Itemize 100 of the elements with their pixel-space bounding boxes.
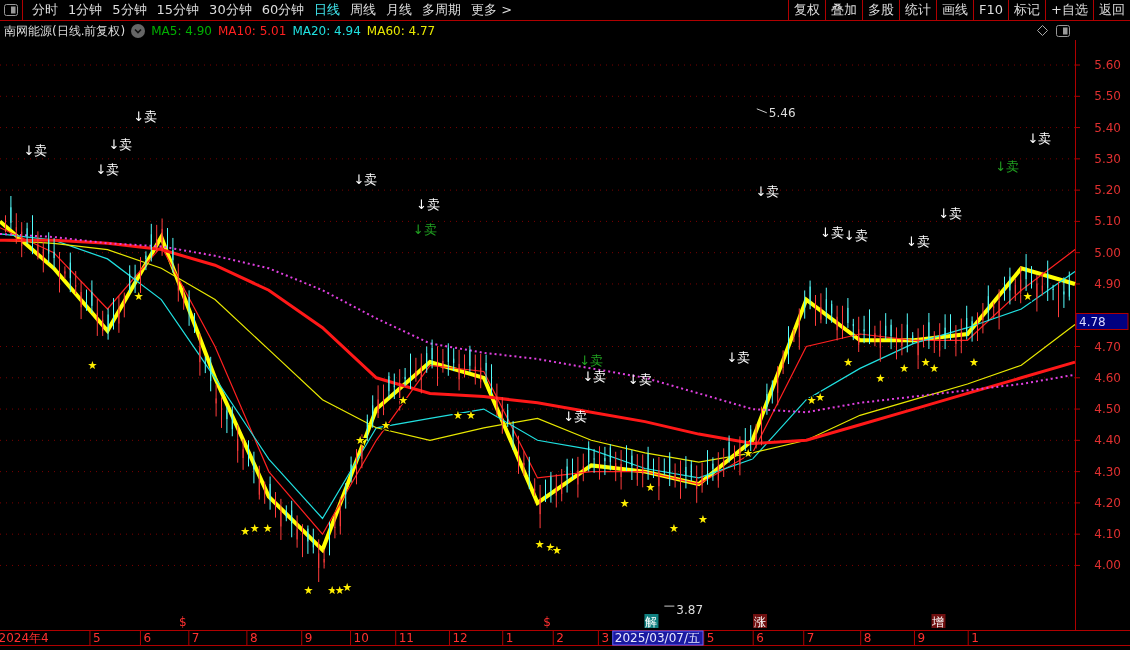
- star-signal: ★: [843, 356, 854, 370]
- toolbar-button[interactable]: 返回: [1093, 0, 1130, 20]
- price-label: 3.87: [676, 603, 704, 618]
- sell-signal-label: ↓卖: [95, 162, 120, 178]
- date-label: 12: [452, 631, 468, 645]
- sell-signal-label: ↓卖: [415, 196, 440, 212]
- sell-signal-label: ↓卖: [412, 221, 437, 237]
- axis-label: 5.50: [1094, 89, 1121, 104]
- date-label: 5: [92, 631, 101, 645]
- sell-signal-label: ↓卖: [995, 159, 1020, 175]
- period-tab[interactable]: 1分钟: [63, 0, 108, 20]
- star-signal: ★: [669, 521, 679, 535]
- star-signal: ★: [240, 525, 251, 539]
- sell-signal-label: ↓卖: [1027, 130, 1052, 146]
- star-signal: ★: [1022, 290, 1033, 304]
- axis-label: 4.40: [1094, 433, 1121, 448]
- axis-label: 5.30: [1094, 151, 1121, 166]
- indicator-value: MA20: 4.94: [292, 22, 361, 40]
- star-signal: ★: [645, 481, 656, 495]
- sell-signal-label: ↓卖: [23, 143, 48, 159]
- axis-label: 4.00: [1094, 558, 1121, 573]
- sell-signal-label: ↓卖: [820, 224, 844, 240]
- period-tab[interactable]: 5分钟: [107, 0, 152, 20]
- star-signal: ★: [133, 290, 144, 304]
- axis-label: 4.30: [1094, 464, 1121, 479]
- star-signal: ★: [875, 371, 886, 385]
- sell-signal-label: ↓卖: [843, 227, 868, 243]
- star-signal: ★: [806, 393, 817, 407]
- period-tab[interactable]: 月线: [381, 0, 418, 20]
- period-tab[interactable]: 周线: [345, 0, 382, 20]
- date-label: 11: [398, 631, 414, 645]
- period-tab[interactable]: 60分钟: [256, 0, 310, 20]
- sell-signal-label: ↓卖: [726, 349, 751, 365]
- star-signal: ★: [815, 390, 826, 404]
- star-signal: ★: [534, 537, 545, 551]
- period-tab[interactable]: 更多 >: [466, 0, 518, 20]
- toolbar-button[interactable]: 统计: [899, 0, 937, 20]
- period-tab[interactable]: 日线: [309, 0, 346, 20]
- date-label: 3: [601, 631, 610, 645]
- axis-label: 5.60: [1094, 58, 1121, 72]
- date-label: 8: [249, 631, 258, 645]
- date-label: 1: [505, 631, 514, 645]
- event-marker[interactable]: 增: [931, 614, 946, 629]
- sell-signal-label: ↓卖: [108, 137, 133, 153]
- toolbar-button[interactable]: +自选: [1045, 0, 1093, 20]
- event-marker[interactable]: $: [178, 615, 187, 629]
- date-label: 2: [556, 631, 564, 645]
- price-label: 5.46: [768, 105, 796, 120]
- star-signal: ★: [969, 356, 979, 370]
- toolbar-button[interactable]: 复权: [788, 0, 826, 20]
- toolbar-button[interactable]: 叠加: [825, 0, 863, 20]
- axis-label: 5.20: [1094, 183, 1121, 198]
- star-signal: ★: [303, 584, 314, 598]
- toolbar-button[interactable]: 标记: [1008, 0, 1046, 20]
- star-signal: ★: [249, 521, 260, 535]
- star-signal: ★: [334, 584, 345, 598]
- star-signal: ★: [87, 359, 98, 373]
- axis-label: 5.10: [1094, 214, 1121, 229]
- toolbar-button[interactable]: 多股: [862, 0, 900, 20]
- event-marker[interactable]: 涨: [753, 614, 768, 629]
- date-label: 6: [756, 631, 764, 645]
- period-tab[interactable]: 30分钟: [204, 0, 257, 20]
- event-marker[interactable]: 解: [644, 614, 659, 629]
- period-tab[interactable]: 15分钟: [151, 0, 205, 20]
- sell-signal-label: ↓卖: [582, 368, 607, 384]
- sell-signal-label: ↓卖: [938, 206, 963, 221]
- axis-label: 5.40: [1094, 120, 1121, 135]
- stock-title: 南网能源(日线.前复权): [3, 22, 126, 40]
- axis-label: 4.70: [1094, 339, 1121, 354]
- toolbar-button[interactable]: 画线: [936, 0, 974, 20]
- indicator-value: MA5: 4.90: [151, 22, 212, 40]
- period-tab[interactable]: 分时: [27, 0, 63, 20]
- date-label: 6: [143, 631, 152, 645]
- date-label: 5: [706, 631, 715, 645]
- sell-signal-label: ↓卖: [133, 109, 158, 125]
- date-label: 10: [353, 631, 369, 645]
- period-tab[interactable]: 多周期: [417, 0, 467, 20]
- toolbar-button[interactable]: F10: [973, 0, 1009, 20]
- date-label: 2024年4: [0, 631, 49, 645]
- date-label: 7: [806, 631, 815, 645]
- sell-signal-label: ↓卖: [579, 353, 604, 368]
- axis-label: 4.50: [1094, 402, 1121, 417]
- date-label: 9: [304, 631, 313, 645]
- star-signal: ★: [619, 496, 630, 510]
- axis-label: 4.10: [1094, 527, 1121, 542]
- star-signal: ★: [929, 362, 940, 376]
- sell-signal-label: ↓卖: [627, 371, 652, 387]
- price-tag: 4.78: [1075, 313, 1129, 330]
- sell-signal-label: ↓卖: [353, 171, 378, 187]
- axis-label: 4.20: [1094, 495, 1121, 510]
- date-label: 8: [863, 631, 872, 645]
- star-signal: ★: [698, 512, 708, 526]
- event-marker[interactable]: $: [543, 615, 551, 629]
- star-signal: ★: [465, 409, 476, 423]
- axis-label: 5.00: [1094, 245, 1121, 260]
- sell-signal-label: ↓卖: [906, 234, 930, 250]
- date-label: 9: [917, 631, 926, 645]
- axis-label: 4.60: [1094, 370, 1121, 385]
- indicator-value: MA10: 5.01: [217, 22, 287, 40]
- date-label: 1: [971, 631, 979, 645]
